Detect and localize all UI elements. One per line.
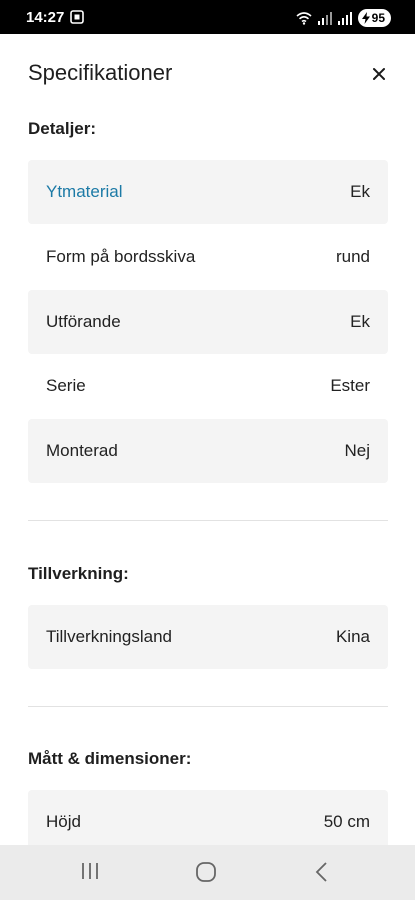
spec-value: Ek (350, 312, 370, 331)
status-time: 14:27 (26, 9, 65, 26)
spec-label: Form på bordsskiva (46, 247, 196, 266)
page-title: Specifikationer (28, 60, 173, 85)
spec-label: Höjd (46, 812, 81, 831)
spec-label: Serie (46, 376, 86, 395)
signal-icon-2 (337, 11, 352, 25)
spec-value: Kina (335, 627, 370, 646)
spec-row-monterad: Monterad Nej (28, 419, 388, 483)
battery-level: 95 (371, 11, 385, 25)
status-bar: 14:27 95 (0, 0, 415, 34)
spec-label: Utförande (46, 312, 121, 331)
section-divider (28, 706, 388, 707)
system-icons: 95 (296, 9, 391, 27)
spec-row-serie: Serie Ester (28, 354, 388, 418)
sheet-header: Specifikationer (0, 34, 415, 114)
back-icon[interactable] (314, 861, 330, 883)
section-title-dimensions: Mått & dimensioner: (28, 749, 192, 768)
close-icon[interactable] (369, 64, 389, 84)
spec-value: Ek (350, 182, 370, 201)
spec-label[interactable]: Ytmaterial (46, 182, 123, 202)
spec-label: Monterad (46, 441, 118, 460)
spec-value: Ester (330, 376, 370, 395)
signal-icon (317, 11, 332, 25)
home-icon[interactable] (195, 861, 217, 883)
spec-row-utforande: Utförande Ek (28, 290, 388, 354)
charging-icon (361, 12, 370, 24)
recent-apps-icon[interactable] (80, 861, 100, 881)
spec-value: rund (335, 247, 370, 266)
spec-row-form: Form på bordsskiva rund (28, 225, 388, 289)
spec-row-tillverkningsland: Tillverkningsland Kina (28, 605, 388, 669)
wifi-icon (296, 11, 312, 25)
section-title-details: Detaljer: (28, 119, 97, 138)
screen-record-icon (70, 10, 84, 24)
system-navigation-bar (0, 845, 415, 900)
spec-value: 50 cm (323, 812, 370, 831)
section-divider (28, 520, 388, 521)
battery-indicator: 95 (357, 9, 391, 27)
spec-value: Nej (344, 441, 370, 460)
section-title-manufacturing: Tillverkning: (28, 564, 129, 583)
spec-label: Tillverkningsland (46, 627, 172, 646)
spec-row-ytmaterial[interactable]: Ytmaterial Ek (28, 160, 388, 224)
